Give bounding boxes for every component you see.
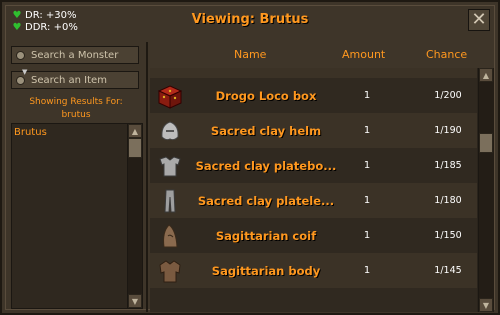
sacred-clay-platelegs-icon (164, 189, 176, 212)
left-panel: Search a Monster Search an Item Showing … (8, 42, 144, 310)
table-row[interactable]: Sagittarian coif 1 1/150 (150, 218, 477, 253)
item-amount: 1 (363, 90, 371, 101)
item-chance: 1/190 (434, 125, 462, 136)
close-button[interactable]: ✕ (468, 9, 490, 31)
item-name: Sagittarian coif (215, 228, 317, 243)
column-header-name: Name (234, 48, 267, 61)
results-scrollbar[interactable]: ▲ ▼ (127, 124, 142, 308)
sagittarian-body-icon (159, 259, 181, 282)
sacred-clay-helm-icon (161, 120, 179, 140)
scroll-marker-icon: ▼ (22, 68, 28, 76)
result-item-brutus[interactable]: Brutus (14, 127, 47, 138)
item-amount: 1 (363, 125, 371, 136)
table-scrollbar[interactable]: ▲ ▼ (478, 68, 494, 312)
item-chance: 1/185 (434, 160, 462, 171)
scroll-down-icon[interactable]: ▼ (479, 298, 493, 312)
table-row-partial (150, 68, 477, 78)
radio-dot-icon (16, 75, 25, 85)
item-amount: 1 (363, 230, 371, 241)
scroll-thumb[interactable] (128, 138, 142, 158)
drogo-loco-box-icon (157, 84, 183, 109)
drop-viewer-window: ♥ DR: +30% ♥ DDR: +0% Viewing: Brutus ✕ … (0, 0, 500, 315)
item-name: Sagittarian body (211, 263, 321, 278)
table-row[interactable]: Sacred clay helm 1 1/190 (150, 113, 477, 148)
item-amount: 1 (363, 195, 371, 206)
item-name: Sacred clay platele... (197, 193, 335, 208)
drop-table: Drogo Loco box 1 1/200 Sacred clay helm … (150, 68, 494, 312)
table-row[interactable]: Sacred clay platele... 1 1/180 (150, 183, 477, 218)
search-item-label: Search an Item (31, 74, 107, 86)
table-row[interactable]: Sacred clay platebo... 1 1/185 (150, 148, 477, 183)
item-chance: 1/180 (434, 195, 462, 206)
column-header-amount: Amount (342, 48, 386, 61)
item-amount: 1 (363, 265, 371, 276)
showing-results-label: Showing Results For: (29, 97, 123, 107)
sacred-clay-platebody-icon (159, 155, 181, 176)
item-chance: 1/150 (434, 230, 462, 241)
item-name: Sacred clay helm (210, 123, 322, 138)
item-chance: 1/200 (434, 90, 462, 101)
results-list[interactable]: Brutus ▲ ▼ (11, 123, 143, 309)
table-row-partial (150, 288, 477, 312)
close-icon: ✕ (471, 9, 487, 30)
table-row[interactable]: Sagittarian body 1 1/145 (150, 253, 477, 288)
column-header-chance: Chance (426, 48, 468, 61)
search-item-button[interactable]: Search an Item (11, 71, 139, 89)
search-monster-button[interactable]: Search a Monster (11, 46, 139, 64)
scroll-up-icon[interactable]: ▲ (128, 124, 142, 138)
window-title: Viewing: Brutus (191, 12, 309, 27)
search-monster-label: Search a Monster (31, 49, 119, 61)
sagittarian-coif-icon (163, 223, 178, 247)
scroll-up-icon[interactable]: ▲ (479, 68, 493, 82)
table-header: Name Amount Chance (150, 45, 494, 67)
scroll-thumb[interactable] (479, 133, 493, 153)
item-name: Sacred clay platebo... (195, 158, 337, 173)
radio-dot-icon (16, 50, 25, 60)
table-row[interactable]: Drogo Loco box 1 1/200 (150, 78, 477, 113)
item-chance: 1/145 (434, 265, 462, 276)
scroll-down-icon[interactable]: ▼ (128, 294, 142, 308)
item-amount: 1 (363, 160, 371, 171)
item-name: Drogo Loco box (215, 88, 317, 103)
panel-divider (146, 42, 148, 312)
search-query: brutus (61, 110, 91, 120)
